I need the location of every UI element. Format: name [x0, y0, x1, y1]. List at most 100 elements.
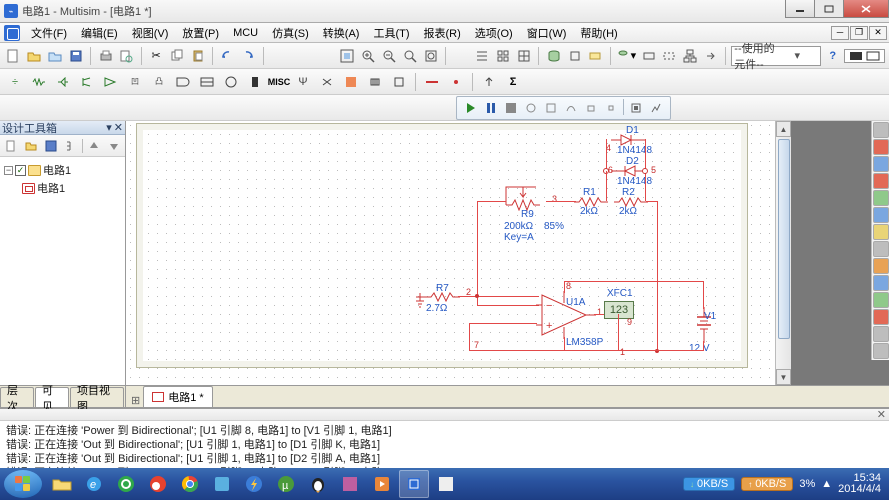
zoom-out-button[interactable] [379, 45, 398, 67]
break-button[interactable] [602, 99, 620, 117]
basic-icon[interactable] [28, 71, 50, 93]
misc-dig-icon[interactable] [172, 71, 194, 93]
inst-2[interactable] [873, 139, 889, 155]
tree-child[interactable]: 电路1 [4, 179, 121, 197]
rect-dash-button[interactable] [660, 45, 679, 67]
ttl-icon[interactable]: 凹 [124, 71, 146, 93]
text-icon[interactable]: Ʃ [502, 71, 524, 93]
tab-hierarchy[interactable]: 层次 [0, 387, 34, 407]
maximize-button[interactable] [814, 0, 844, 18]
transistor-icon[interactable] [76, 71, 98, 93]
scroll-thumb[interactable] [778, 139, 790, 339]
lp-tree-icon[interactable] [62, 137, 80, 155]
menu-window[interactable]: 窗口(W) [520, 23, 574, 43]
hier-button[interactable] [681, 45, 700, 67]
task-thunder[interactable] [239, 470, 269, 498]
task-app3[interactable] [431, 470, 461, 498]
panel-close-icon[interactable]: ✕ [114, 121, 123, 134]
label-button[interactable] [586, 45, 605, 67]
rect-button[interactable] [639, 45, 658, 67]
menu-edit[interactable]: 编辑(E) [74, 23, 125, 43]
lp-save-icon[interactable] [42, 137, 60, 155]
print-button[interactable] [96, 45, 115, 67]
analysis-button[interactable] [647, 99, 665, 117]
menu-options[interactable]: 选项(O) [468, 23, 520, 43]
collapse-icon[interactable]: − [4, 166, 13, 175]
tab-nav-icon[interactable]: ⊞ [128, 394, 143, 407]
component-in-use-combo[interactable]: --使用的元件-- ▾ [731, 46, 821, 66]
print-preview-button[interactable] [117, 45, 136, 67]
indicator-icon[interactable] [220, 71, 242, 93]
mdi-minimize-button[interactable]: － [831, 26, 849, 40]
start-button[interactable] [4, 470, 42, 498]
menu-tools[interactable]: 工具(T) [366, 23, 416, 43]
menu-help[interactable]: 帮助(H) [573, 23, 624, 43]
lp-up-icon[interactable] [85, 137, 103, 155]
zoom-area-button[interactable] [400, 45, 419, 67]
panel-dropdown-icon[interactable]: ▾ [106, 121, 112, 134]
mixed-icon[interactable] [196, 71, 218, 93]
net-down-pill[interactable]: ↓0KB/S [683, 477, 735, 491]
task-chrome[interactable] [175, 470, 205, 498]
menu-mcu[interactable]: MCU [226, 25, 265, 41]
tab-visible[interactable]: 可见 [35, 387, 69, 407]
inst-3[interactable] [873, 156, 889, 172]
task-ie[interactable]: e [79, 470, 109, 498]
task-player[interactable] [367, 470, 397, 498]
inst-14[interactable] [873, 343, 889, 359]
cut-button[interactable]: ✂ [147, 45, 166, 67]
paste-button[interactable] [188, 45, 207, 67]
r1-symbol[interactable] [574, 197, 602, 205]
component-button[interactable] [565, 45, 584, 67]
canvas-tab[interactable]: 电路1 * [143, 386, 212, 407]
net-up-pill[interactable]: ↑0KB/S [741, 477, 793, 491]
clock[interactable]: 15:34 2014/4/4 [838, 473, 881, 495]
menu-convert[interactable]: 转换(A) [316, 23, 367, 43]
task-multisim[interactable] [399, 470, 429, 498]
menu-view[interactable]: 视图(V) [125, 23, 176, 43]
mcu-icon[interactable] [388, 71, 410, 93]
checkbox-icon[interactable]: ✓ [15, 165, 26, 176]
forward-button[interactable] [702, 45, 721, 67]
inst-5[interactable] [873, 190, 889, 206]
mdi-restore-button[interactable]: ❐ [850, 26, 868, 40]
lp-open-icon[interactable] [22, 137, 40, 155]
task-qq[interactable] [303, 470, 333, 498]
menu-report[interactable]: 报表(R) [417, 23, 468, 43]
menu-file[interactable]: 文件(F) [24, 23, 74, 43]
inst-7[interactable] [873, 224, 889, 240]
vertical-scrollbar[interactable]: ▲ ▼ [775, 121, 791, 385]
inst-4[interactable] [873, 173, 889, 189]
step-out-button[interactable] [582, 99, 600, 117]
power-icon[interactable] [244, 71, 266, 93]
task-app2[interactable] [335, 470, 365, 498]
junction-icon[interactable] [445, 71, 467, 93]
step-over-button[interactable] [562, 99, 580, 117]
task-weibo[interactable] [143, 470, 173, 498]
lp-down-icon[interactable] [105, 137, 123, 155]
run-button[interactable] [462, 99, 480, 117]
tree-root[interactable]: − ✓ 电路1 [4, 161, 121, 179]
cmos-icon[interactable]: 凸 [148, 71, 170, 93]
copy-button[interactable] [167, 45, 186, 67]
menu-place[interactable]: 放置(P) [175, 23, 226, 43]
bus-icon[interactable] [421, 71, 443, 93]
help-button[interactable]: ? [823, 45, 842, 67]
inst-8[interactable] [873, 241, 889, 257]
schematic-canvas[interactable]: D1 1N4148 4 D2 1N4148 5 6 R1 2kΩ R2 [126, 121, 775, 385]
inst-9[interactable] [873, 258, 889, 274]
r2-symbol[interactable] [614, 197, 642, 205]
connector-icon[interactable] [364, 71, 386, 93]
close-button[interactable] [843, 0, 889, 18]
grid-small-button[interactable] [494, 45, 513, 67]
open-sample-button[interactable] [46, 45, 65, 67]
minimize-button[interactable] [785, 0, 815, 18]
display-toggle-group[interactable] [844, 49, 885, 63]
inst-10[interactable] [873, 275, 889, 291]
electromech-icon[interactable] [316, 71, 338, 93]
save-button[interactable] [66, 45, 85, 67]
inst-12[interactable] [873, 309, 889, 325]
grid-button[interactable] [515, 45, 534, 67]
misc-icon[interactable]: MISC [268, 71, 290, 93]
r7-symbol[interactable] [426, 292, 454, 300]
